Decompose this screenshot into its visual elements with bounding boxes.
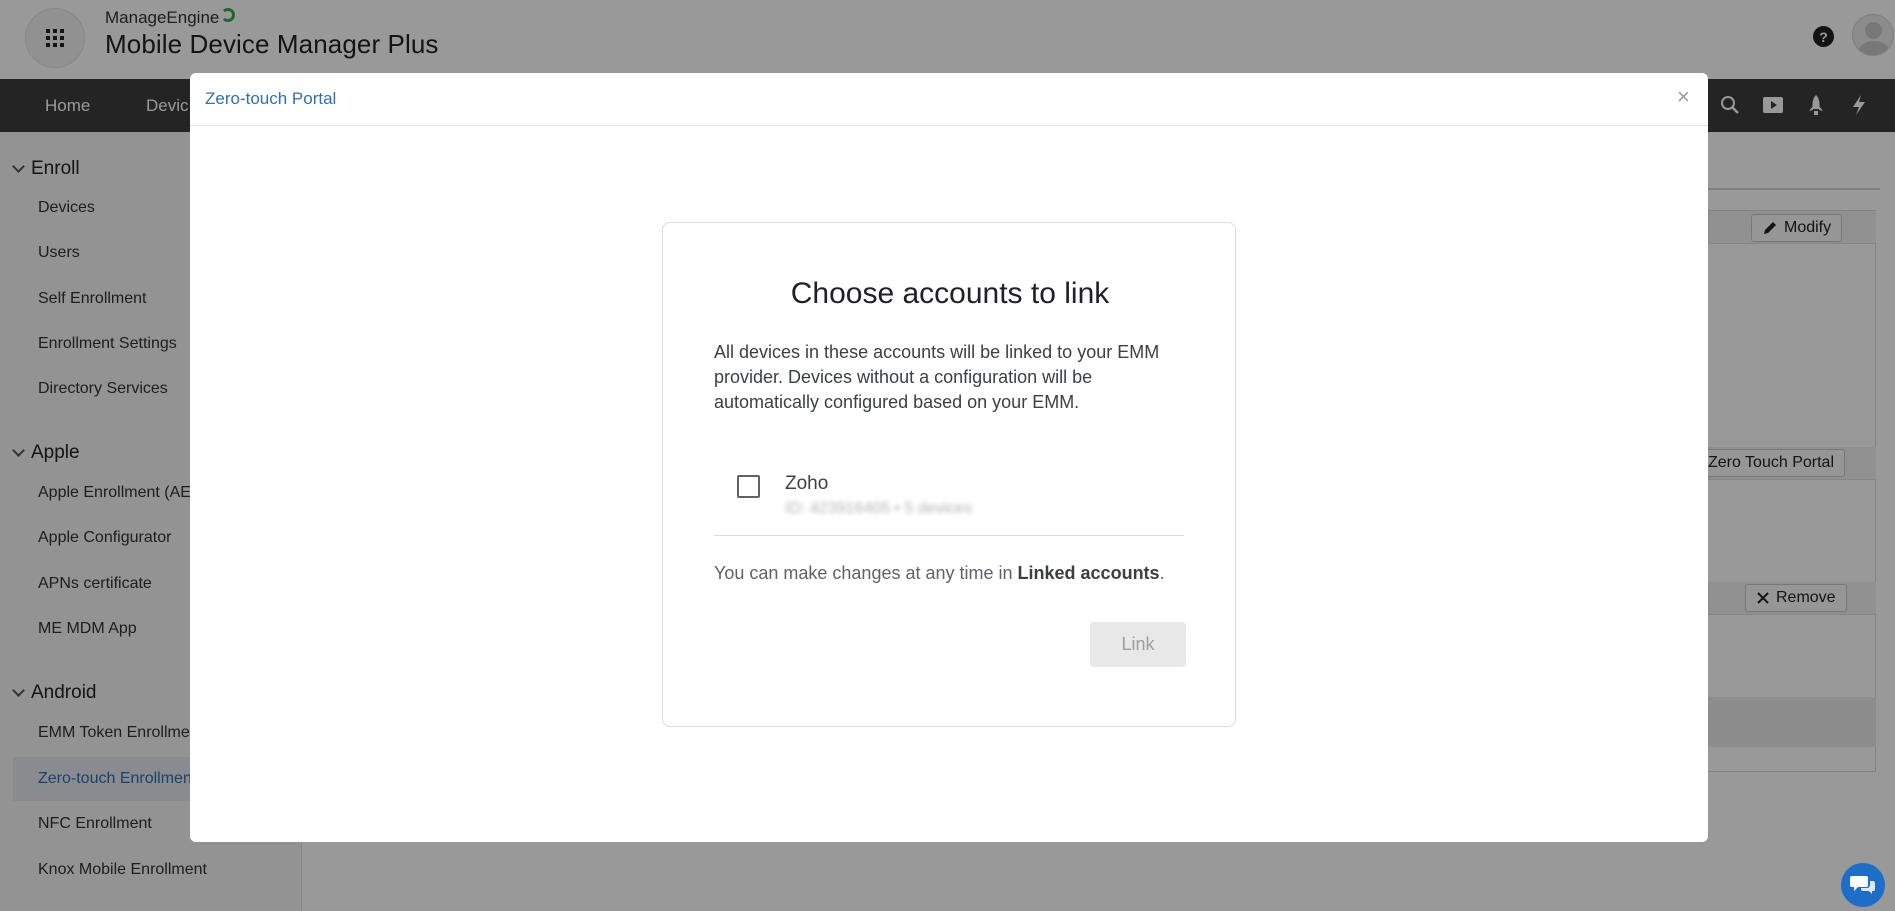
chat-icon bbox=[1850, 876, 1875, 894]
choose-accounts-card: Choose accounts to link All devices in t… bbox=[662, 222, 1236, 727]
close-icon[interactable]: × bbox=[1677, 86, 1690, 108]
account-meta: ID: 423916405 • 5 devices bbox=[785, 500, 973, 517]
account-name: Zoho bbox=[785, 473, 829, 494]
zero-touch-portal-modal: Zero-touch Portal × Choose accounts to l… bbox=[190, 73, 1708, 842]
link-button[interactable]: Link bbox=[1090, 622, 1186, 667]
note-prefix: You can make changes at any time in bbox=[714, 563, 1018, 583]
chat-button[interactable] bbox=[1841, 863, 1885, 907]
linked-accounts-note: You can make changes at any time in Link… bbox=[714, 563, 1165, 584]
modal-title: Zero-touch Portal bbox=[205, 89, 337, 108]
account-checkbox[interactable] bbox=[737, 475, 760, 498]
note-suffix: . bbox=[1159, 563, 1165, 583]
account-row[interactable]: Zoho ID: 423916405 • 5 devices bbox=[714, 458, 1184, 536]
modal-header: Zero-touch Portal × bbox=[190, 73, 1708, 126]
linked-accounts-link[interactable]: Linked accounts bbox=[1018, 563, 1160, 583]
card-description: All devices in these accounts will be li… bbox=[714, 342, 1160, 412]
card-title: Choose accounts to link bbox=[790, 277, 1110, 310]
